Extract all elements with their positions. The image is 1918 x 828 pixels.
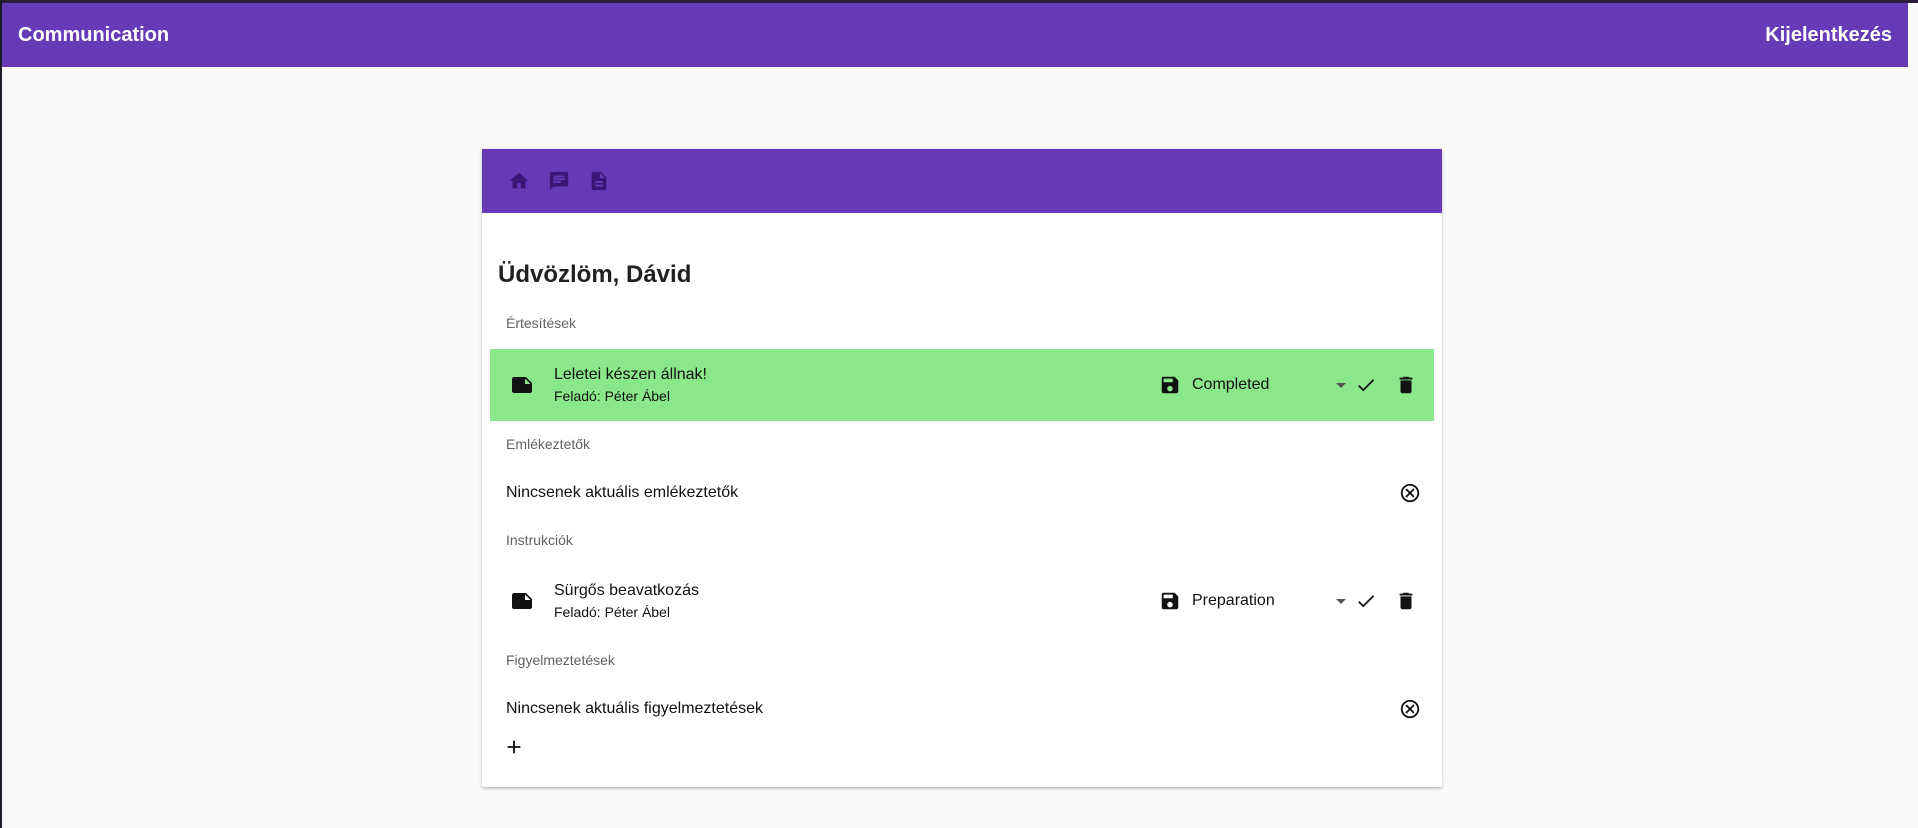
reminders-empty-text: Nincsenek aktuális emlékeztetők [506, 484, 739, 501]
chevron-down-icon [1336, 598, 1346, 604]
section-label-notifications: Értesítések [506, 315, 577, 331]
warnings-empty-text: Nincsenek aktuális figyelmeztetések [506, 700, 764, 717]
section-label-warnings: Figyelmeztetések [506, 652, 615, 668]
card-nav-toolbar [482, 149, 1442, 213]
save-icon[interactable] [1158, 373, 1182, 397]
check-icon[interactable] [1352, 587, 1380, 615]
section-label-instructions: Instrukciók [506, 532, 573, 548]
status-select[interactable]: Preparation [1192, 592, 1352, 610]
item-controls: Preparation [1158, 565, 1420, 637]
cancel-icon[interactable] [1398, 481, 1422, 505]
notification-item[interactable]: Leletei készen állnak! Feladó: Péter Ábe… [490, 349, 1434, 421]
greeting-heading: Üdvözlöm, Dávid [498, 261, 692, 288]
warnings-empty-row: Nincsenek aktuális figyelmeztetések [506, 694, 1426, 724]
status-select-value: Preparation [1192, 592, 1275, 609]
reminders-empty-row: Nincsenek aktuális emlékeztetők [506, 478, 1426, 508]
item-controls: Completed [1158, 349, 1420, 421]
item-title: Sürgős beavatkozás [554, 582, 699, 599]
item-sender: Feladó: Péter Ábel [554, 388, 670, 404]
delete-icon[interactable] [1392, 371, 1420, 399]
cancel-icon[interactable] [1398, 697, 1422, 721]
description-icon[interactable] [586, 168, 612, 194]
app-toolbar: Communication Kijelentkezés [2, 3, 1908, 67]
item-sender: Feladó: Péter Ábel [554, 604, 670, 620]
dashboard-card: Üdvözlöm, Dávid Értesítések Leletei kész… [482, 149, 1442, 787]
logout-button[interactable]: Kijelentkezés [1765, 24, 1892, 47]
chat-icon[interactable] [546, 168, 572, 194]
instruction-item[interactable]: Sürgős beavatkozás Feladó: Péter Ábel Pr… [490, 565, 1434, 637]
app-title: Communication [18, 23, 170, 46]
check-icon[interactable] [1352, 371, 1380, 399]
note-icon [510, 589, 534, 613]
window-border-left [0, 0, 2, 828]
note-icon [510, 373, 534, 397]
item-title: Leletei készen állnak! [554, 366, 707, 383]
delete-icon[interactable] [1392, 587, 1420, 615]
home-icon[interactable] [506, 168, 532, 194]
save-icon[interactable] [1158, 589, 1182, 613]
section-label-reminders: Emlékeztetők [506, 436, 591, 452]
status-select-value: Completed [1192, 376, 1270, 393]
add-icon[interactable] [502, 735, 526, 759]
status-select[interactable]: Completed [1192, 376, 1352, 394]
chevron-down-icon [1336, 382, 1346, 388]
